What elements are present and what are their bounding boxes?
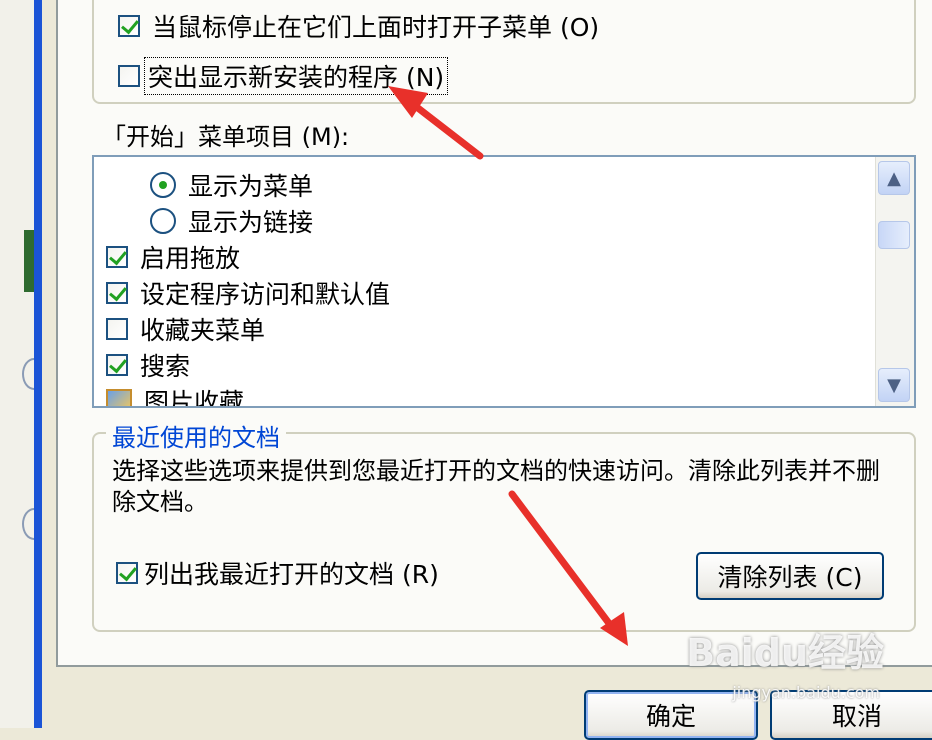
list-item-label: 显示为链接: [188, 208, 314, 237]
list-recent-docs-label: 列出我最近打开的文档 (R): [144, 560, 439, 589]
list-item-label: 显示为菜单: [188, 172, 314, 201]
scroll-down-button[interactable]: ▼: [878, 368, 910, 402]
list-item[interactable]: 搜索: [106, 347, 190, 383]
favorites-menu-checkbox[interactable]: [106, 318, 128, 340]
open-submenus-option[interactable]: 当鼠标停止在它们上面时打开子菜单 (O): [118, 8, 599, 44]
list-item[interactable]: 设定程序访问和默认值: [106, 275, 390, 311]
chevron-up-icon: ▲: [887, 167, 901, 189]
list-item[interactable]: 启用拖放: [106, 239, 240, 275]
program-access-checkbox[interactable]: [106, 282, 128, 304]
scroll-thumb[interactable]: [878, 221, 910, 249]
open-submenus-checkbox[interactable]: [118, 15, 140, 37]
list-item-label: 搜索: [140, 352, 191, 381]
list-item-label: 设定程序访问和默认值: [140, 280, 391, 309]
background-window-strip: [0, 0, 46, 728]
list-item[interactable]: 显示为菜单: [150, 167, 313, 203]
list-item-label: 收藏夹菜单: [140, 316, 266, 345]
clear-list-button[interactable]: 清除列表 (C): [696, 552, 884, 600]
customize-start-menu-dialog: 当鼠标停止在它们上面时打开子菜单 (O) 突出显示新安装的程序 (N) 「开始」…: [42, 0, 932, 740]
highlight-new-programs-checkbox[interactable]: [118, 65, 140, 87]
baidu-watermark: Baidu经验: [686, 631, 884, 675]
picture-icon: [106, 389, 132, 406]
start-menu-items-label: 「开始」菜单项目 (M):: [102, 123, 350, 151]
list-recent-docs-option[interactable]: 列出我最近打开的文档 (R): [116, 555, 439, 591]
highlight-new-programs-label: 突出显示新安装的程序 (N): [144, 57, 449, 95]
list-item-label: 图片收藏: [144, 388, 245, 408]
search-checkbox[interactable]: [106, 354, 128, 376]
list-item[interactable]: 显示为链接: [150, 203, 313, 239]
recent-documents-title: 最近使用的文档: [106, 418, 286, 453]
display-as-link-radio[interactable]: [150, 208, 176, 234]
list-recent-docs-checkbox[interactable]: [116, 562, 138, 584]
start-menu-items-list[interactable]: 显示为菜单 显示为链接 启用拖放 设定程序访问和默认值 收藏夹菜单 搜索 图片收…: [92, 155, 916, 408]
display-as-menu-radio[interactable]: [150, 172, 176, 198]
list-item[interactable]: 收藏夹菜单: [106, 311, 265, 347]
background-window-graphic: [24, 230, 34, 292]
advanced-tab-panel: 当鼠标停止在它们上面时打开子菜单 (O) 突出显示新安装的程序 (N) 「开始」…: [56, 0, 932, 667]
list-scrollbar[interactable]: ▲ ▼: [875, 157, 914, 406]
window-frame-border: [34, 0, 42, 728]
list-item-label: 启用拖放: [140, 244, 241, 273]
open-submenus-label: 当鼠标停止在它们上面时打开子菜单 (O): [152, 13, 600, 42]
chevron-down-icon: ▼: [887, 374, 901, 396]
highlight-new-programs-option[interactable]: 突出显示新安装的程序 (N): [118, 57, 449, 95]
recent-documents-description: 选择这些选项来提供到您最近打开的文档的快速访问。清除此列表并不删除文档。: [112, 457, 880, 516]
baidu-watermark-url: jingyan.baidu.com: [732, 683, 880, 702]
scroll-up-button[interactable]: ▲: [878, 161, 910, 195]
list-item[interactable]: 图片收藏: [106, 383, 245, 408]
enable-drag-drop-checkbox[interactable]: [106, 246, 128, 268]
